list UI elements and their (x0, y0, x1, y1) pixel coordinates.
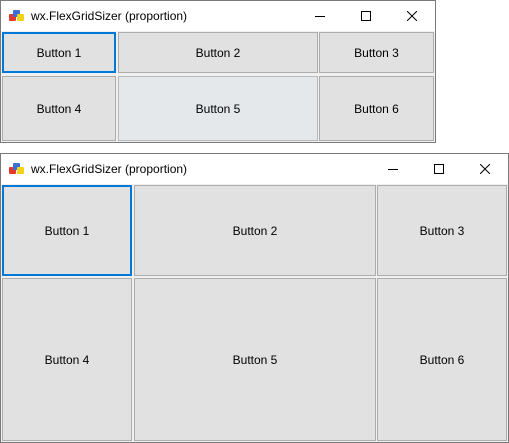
button-1[interactable]: Button 1 (2, 185, 132, 276)
app-icon (9, 161, 25, 177)
minimize-icon (388, 169, 398, 170)
client-area: Button 1 Button 2 Button 3 Button 4 Butt… (1, 31, 435, 142)
app-icon (9, 8, 25, 24)
close-button[interactable] (389, 1, 435, 31)
button-3[interactable]: Button 3 (377, 185, 507, 276)
maximize-button[interactable] (343, 1, 389, 31)
button-2[interactable]: Button 2 (134, 185, 376, 276)
maximize-icon (361, 11, 371, 21)
close-icon (407, 11, 417, 21)
button-1[interactable]: Button 1 (2, 32, 116, 73)
button-2[interactable]: Button 2 (118, 32, 318, 73)
window-title: wx.FlexGridSizer (proportion) (31, 9, 188, 23)
window-title: wx.FlexGridSizer (proportion) (31, 162, 188, 176)
title-bar[interactable]: wx.FlexGridSizer (proportion) (1, 154, 508, 184)
button-6[interactable]: Button 6 (377, 278, 507, 441)
window-small: wx.FlexGridSizer (proportion) Button 1 B… (0, 0, 436, 143)
minimize-icon (315, 16, 325, 17)
button-4[interactable]: Button 4 (2, 278, 132, 441)
close-icon (480, 164, 490, 174)
button-6[interactable]: Button 6 (319, 76, 434, 141)
title-bar[interactable]: wx.FlexGridSizer (proportion) (1, 1, 435, 31)
close-button[interactable] (462, 154, 508, 184)
button-5[interactable]: Button 5 (118, 76, 318, 141)
minimize-button[interactable] (297, 1, 343, 31)
window-large: wx.FlexGridSizer (proportion) Button 1 B… (0, 153, 509, 443)
minimize-button[interactable] (370, 154, 416, 184)
button-4[interactable]: Button 4 (2, 76, 116, 141)
client-area: Button 1 Button 2 Button 3 Button 4 Butt… (1, 184, 508, 442)
maximize-icon (434, 164, 444, 174)
button-3[interactable]: Button 3 (319, 32, 434, 73)
button-5[interactable]: Button 5 (134, 278, 376, 441)
maximize-button[interactable] (416, 154, 462, 184)
